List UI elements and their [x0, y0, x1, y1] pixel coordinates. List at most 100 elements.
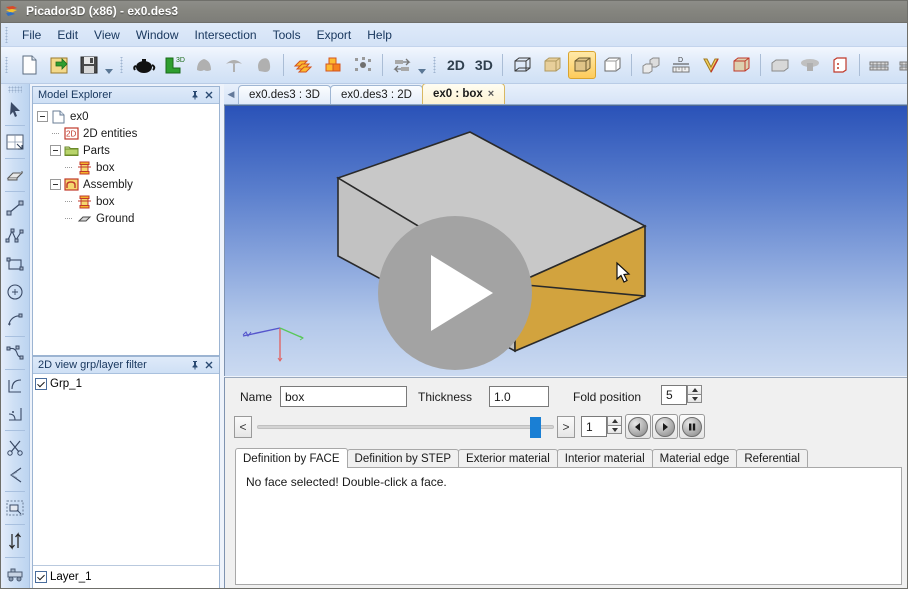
rectangle-icon[interactable]: [2, 251, 28, 277]
group-select-icon[interactable]: [2, 495, 28, 521]
spin-up-icon[interactable]: [607, 416, 622, 425]
step-input[interactable]: [581, 416, 607, 437]
inner-tab-definition-by-face[interactable]: Definition by FACE: [235, 448, 348, 468]
stacked-sheets-icon[interactable]: [289, 51, 317, 79]
checkbox-icon[interactable]: [35, 378, 47, 390]
fold-slider-thumb[interactable]: [530, 417, 541, 438]
menu-help[interactable]: Help: [359, 25, 400, 45]
doc-tab-ex0-box[interactable]: ex0 : box ×: [421, 84, 506, 104]
polyline-icon[interactable]: [2, 223, 28, 249]
inner-tab-referential[interactable]: Referential: [736, 449, 808, 468]
menu-window[interactable]: Window: [128, 25, 187, 45]
menu-intersection[interactable]: Intersection: [187, 25, 265, 45]
layer-checkbox-layer1[interactable]: Layer_1: [35, 569, 217, 585]
fold-position-spinner[interactable]: [661, 385, 702, 405]
bounding-cube-icon[interactable]: [727, 51, 755, 79]
solid-block-icon[interactable]: [766, 51, 794, 79]
tree-node-parts[interactable]: Parts: [37, 142, 217, 159]
pin-icon[interactable]: [188, 358, 202, 372]
menu-tools[interactable]: Tools: [265, 25, 309, 45]
toolbar-grip-3-icon[interactable]: [431, 57, 439, 73]
shaded-edges-cube-icon[interactable]: [567, 51, 596, 79]
inner-tab-exterior-material[interactable]: Exterior material: [458, 449, 558, 468]
checkbox-icon[interactable]: [35, 571, 47, 583]
save-disk-icon[interactable]: [75, 51, 103, 79]
resize-frame-icon[interactable]: [2, 129, 28, 155]
play-forward-button[interactable]: [652, 414, 678, 439]
eraser-icon[interactable]: [2, 162, 28, 188]
spline-curve-icon[interactable]: [2, 340, 28, 366]
blocks-orange-icon[interactable]: [319, 51, 347, 79]
chamfer-icon[interactable]: [2, 462, 28, 488]
teapot-icon[interactable]: [130, 51, 158, 79]
play-video-overlay[interactable]: [378, 216, 532, 370]
shape-gray-icon[interactable]: [190, 51, 218, 79]
left-toolbar-grip-icon[interactable]: [7, 86, 22, 93]
fold-position-spin-buttons[interactable]: [687, 385, 702, 405]
inner-tab-definition-by-step[interactable]: Definition by STEP: [346, 449, 460, 468]
step-spin-buttons[interactable]: [607, 416, 622, 437]
mushroom-shape-icon[interactable]: [796, 51, 824, 79]
toolbar-overflow-1[interactable]: [104, 52, 113, 78]
corner-fillet-icon[interactable]: [2, 373, 28, 399]
inner-tab-material-edge[interactable]: Material edge: [651, 449, 738, 468]
tree-node-ex0[interactable]: ex0: [37, 108, 217, 125]
play-back-button[interactable]: [625, 414, 651, 439]
open-folder-icon[interactable]: [45, 51, 73, 79]
view-3d-button[interactable]: 3D: [470, 57, 498, 73]
arc-icon[interactable]: [2, 307, 28, 333]
tree-node-ground[interactable]: Ground: [37, 210, 217, 227]
toolbar-overflow-2[interactable]: [417, 52, 426, 78]
name-input[interactable]: [280, 386, 407, 407]
pin-icon[interactable]: [188, 88, 202, 102]
bend-table-icon[interactable]: [865, 51, 893, 79]
menu-file[interactable]: File: [14, 25, 49, 45]
multi-cube-icon[interactable]: [637, 51, 665, 79]
thickness-input[interactable]: [489, 386, 549, 407]
scissors-icon[interactable]: [2, 434, 28, 460]
fold-v-icon[interactable]: [697, 51, 725, 79]
fold-position-input[interactable]: [661, 385, 687, 405]
expander-minus-parts-icon[interactable]: [50, 145, 61, 156]
cursor-arrow-icon[interactable]: [2, 96, 28, 122]
tree-node-assembly[interactable]: Assembly: [37, 176, 217, 193]
scatter-points-icon[interactable]: [349, 51, 377, 79]
wireframe-cube-icon[interactable]: [508, 51, 536, 79]
new-document-icon[interactable]: [15, 51, 43, 79]
menu-grip-icon[interactable]: [3, 26, 11, 43]
blob-shape-icon[interactable]: [250, 51, 278, 79]
tree-node-assembly-box[interactable]: box: [37, 193, 217, 210]
umbrella-shape-icon[interactable]: [220, 51, 248, 79]
menu-export[interactable]: Export: [309, 25, 360, 45]
extrude-3d-icon[interactable]: 3D: [160, 51, 188, 79]
tree-node-parts-box[interactable]: box: [37, 159, 217, 176]
doc-tab-ex0-2d[interactable]: ex0.des3 : 2D: [329, 85, 423, 104]
slider-prev-button[interactable]: <: [234, 416, 252, 438]
circle-center-icon[interactable]: [2, 279, 28, 305]
spin-down-icon[interactable]: [607, 425, 622, 434]
round-corner-icon[interactable]: [2, 401, 28, 427]
tree-node-2d-entities[interactable]: 2D 2D entities: [37, 125, 217, 142]
inner-tab-interior-material[interactable]: Interior material: [556, 449, 653, 468]
slider-next-button[interactable]: >: [557, 416, 575, 438]
machine-icon[interactable]: [2, 561, 28, 587]
pause-button[interactable]: [679, 414, 705, 439]
swap-arrows-icon[interactable]: [388, 51, 416, 79]
close-icon[interactable]: [202, 88, 216, 102]
expander-minus-assembly-icon[interactable]: [50, 179, 61, 190]
view-2d-button[interactable]: 2D: [442, 57, 470, 73]
step-spinner[interactable]: [581, 416, 622, 437]
flip-vertical-icon[interactable]: [2, 528, 28, 554]
close-icon[interactable]: ×: [488, 88, 494, 100]
expander-minus-icon[interactable]: [37, 111, 48, 122]
menu-edit[interactable]: Edit: [49, 25, 86, 45]
chevron-left-icon[interactable]: ◀: [224, 85, 238, 104]
close-icon[interactable]: [202, 358, 216, 372]
toolbar-grip-2-icon[interactable]: [118, 57, 126, 73]
group-checkbox-grp1[interactable]: Grp_1: [35, 376, 217, 392]
white-cube-icon[interactable]: [598, 51, 626, 79]
red-box-icon[interactable]: [826, 51, 854, 79]
shaded-cube-icon[interactable]: [538, 51, 566, 79]
doc-tab-ex0-3d[interactable]: ex0.des3 : 3D: [238, 85, 331, 104]
toolbar-grip-1-icon[interactable]: [3, 57, 11, 73]
